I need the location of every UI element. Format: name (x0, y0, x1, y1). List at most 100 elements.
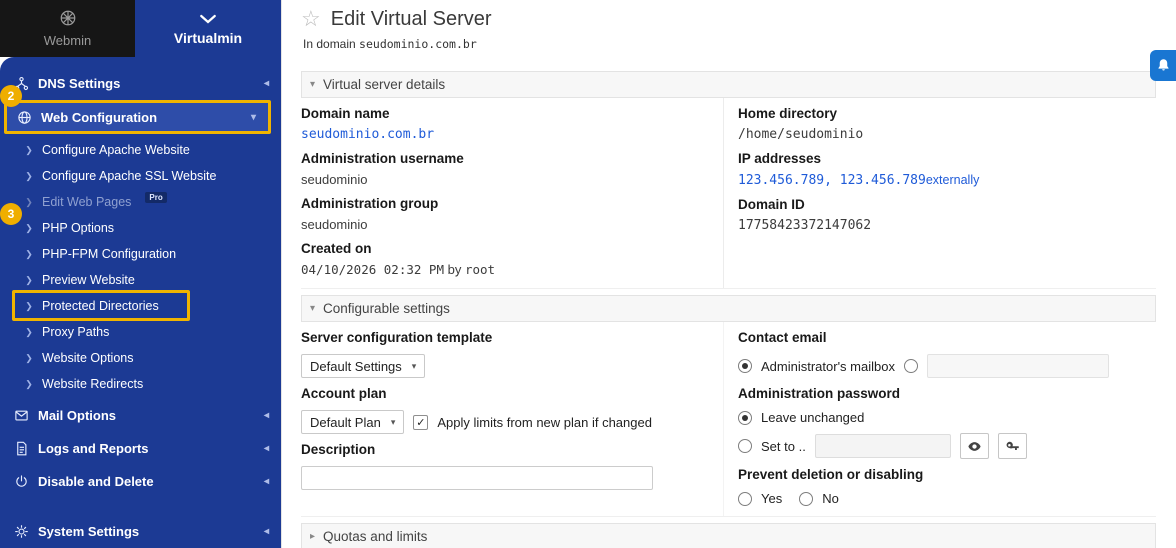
gear-icon (14, 524, 29, 539)
subitem-icon: ❯ (25, 326, 33, 337)
field-prevent-deletion: Prevent deletion or disabling Yes No (738, 467, 1156, 506)
pro-badge: Pro (145, 191, 167, 203)
ip-addresses-link[interactable]: 123.456.789, 123.456.789externally (738, 172, 1156, 189)
sidebar-item-mail-options[interactable]: Mail Options ◂ (0, 399, 281, 432)
caret-right-icon: ▸ (310, 531, 316, 542)
sidebar-item-web-configuration[interactable]: Web Configuration ▾ (4, 100, 271, 134)
field-value: seudominio (301, 172, 368, 187)
contact-other-radio[interactable] (903, 359, 918, 373)
tab-virtualmin-label: Virtualmin (173, 30, 243, 46)
main-content: ☆ Edit Virtual Server In domain seudomin… (281, 0, 1176, 548)
field-ip-addresses: IP addresses 123.456.789, 123.456.789ext… (738, 151, 1156, 189)
step-badge-3: 3 (0, 203, 22, 225)
sidebar-item-label: Disable and Delete (38, 474, 154, 489)
web-configuration-submenu: ❯ Configure Apache Website ❯ Configure A… (0, 134, 281, 399)
contact-email-input[interactable] (926, 354, 1109, 378)
bell-icon (1158, 59, 1168, 71)
favorite-star-icon[interactable]: ☆ (301, 7, 321, 31)
password-set-to-radio[interactable] (738, 439, 752, 453)
sidebar-item-system-settings[interactable]: System Settings ◂ (0, 515, 281, 548)
field-admin-username: Administration username seudominio (301, 151, 723, 188)
password-set-to-label: Set to .. (761, 438, 806, 454)
subitem-icon: ❯ (25, 300, 33, 311)
apply-limits-label: Apply limits from new plan if changed (437, 414, 652, 430)
subitem-label: PHP-FPM Configuration (42, 247, 177, 261)
field-label: Administration group (301, 196, 439, 211)
subitem-icon: ❯ (25, 196, 33, 207)
sidebar-item-protected-directories[interactable]: ❯ Protected Directories (0, 293, 281, 319)
new-password-input[interactable] (814, 434, 951, 458)
tab-virtualmin[interactable]: Virtualmin (135, 0, 281, 57)
sidebar-item-preview-website[interactable]: ❯ Preview Website (0, 267, 281, 293)
plan-select[interactable]: Default Plan ▾ (301, 410, 405, 434)
template-select[interactable]: Default Settings ▾ (301, 354, 426, 378)
notification-bell-button[interactable] (1150, 50, 1176, 81)
subitem-icon: ❯ (25, 352, 33, 363)
power-icon (14, 474, 29, 489)
chevron-left-icon: ◂ (263, 78, 269, 89)
show-password-button[interactable] (959, 433, 989, 459)
domain-name-link[interactable]: seudominio.com.br (301, 127, 723, 143)
field-label: Administration username (301, 151, 464, 166)
field-value: seudominio (301, 217, 368, 232)
dropdown-caret-icon: ▾ (390, 416, 396, 427)
prevent-yes-radio[interactable] (738, 491, 752, 506)
sidebar-item-php-options[interactable]: ❯ PHP Options (0, 215, 281, 241)
panel-header-config[interactable]: ▾ Configurable settings (301, 295, 1156, 322)
field-label: Account plan (301, 386, 387, 401)
dropdown-caret-icon: ▾ (411, 360, 417, 371)
caret-down-icon: ▾ (310, 79, 316, 90)
sidebar-item-dns-settings[interactable]: DNS Settings ◂ (0, 67, 281, 100)
prevent-yes-label: Yes (761, 491, 783, 506)
sidebar-item-configure-apache-ssl-website[interactable]: ❯ Configure Apache SSL Website (0, 163, 281, 189)
chevron-left-icon: ◂ (263, 476, 269, 487)
field-domain-id: Domain ID 17758423372147062 (738, 197, 1156, 234)
panel-header-quotas[interactable]: ▸ Quotas and limits (301, 523, 1156, 548)
subitem-label: Protected Directories (42, 299, 159, 313)
subitem-icon: ❯ (25, 222, 33, 233)
field-contact-email: Contact email Administrator's mailbox (738, 330, 1156, 378)
eye-icon (968, 441, 981, 451)
domain-value: seudominio.com.br (359, 37, 477, 51)
sidebar-item-disable-and-delete[interactable]: Disable and Delete ◂ (0, 465, 281, 498)
field-account-plan: Account plan Default Plan ▾ ✓ Apply limi… (301, 386, 723, 434)
caret-down-icon: ▾ (310, 303, 316, 314)
created-user: root (464, 262, 496, 277)
sidebar-item-logs-and-reports[interactable]: Logs and Reports ◂ (0, 432, 281, 465)
sidebar-item-configure-apache-website[interactable]: ❯ Configure Apache Website (0, 137, 281, 163)
subitem-label: Proxy Paths (42, 325, 110, 339)
sidebar-item-website-redirects[interactable]: ❯ Website Redirects (0, 371, 281, 397)
template-select-value: Default Settings (310, 358, 402, 374)
sidebar-item-website-options[interactable]: ❯ Website Options (0, 345, 281, 371)
panels: ▾ Virtual server details Domain name seu… (282, 51, 1176, 548)
generate-password-button[interactable] (997, 433, 1027, 459)
field-label: Prevent deletion or disabling (738, 467, 924, 482)
sidebar-item-label: Web Configuration (41, 109, 158, 125)
sidebar: Webmin Virtualmin 2 3 DNS Settings ◂ Web… (0, 0, 281, 548)
sidebar-item-label: Logs and Reports (38, 441, 149, 456)
ip-suffix: externally (925, 173, 980, 187)
document-icon (14, 441, 29, 456)
sidebar-item-edit-web-pages[interactable]: ❯ Edit Web Pages Pro (0, 189, 281, 215)
field-admin-password: Administration password Leave unchanged … (738, 386, 1156, 459)
description-input[interactable] (301, 466, 653, 490)
panel-quotas-and-limits: ▸ Quotas and limits (301, 523, 1156, 548)
field-label: IP addresses (738, 151, 822, 166)
field-domain-name: Domain name seudominio.com.br (301, 106, 723, 143)
tab-webmin-label: Webmin (43, 33, 92, 48)
plan-select-value: Default Plan (310, 414, 381, 430)
contact-admin-mailbox-radio[interactable] (738, 359, 752, 373)
prevent-no-radio[interactable] (799, 491, 814, 506)
field-value: 04/10/2026 02:32 PM by root (301, 262, 723, 278)
sidebar-item-php-fpm-configuration[interactable]: ❯ PHP-FPM Configuration (0, 241, 281, 267)
sidebar-item-proxy-paths[interactable]: ❯ Proxy Paths (0, 319, 281, 345)
panel-header-details[interactable]: ▾ Virtual server details (301, 71, 1156, 98)
password-leave-unchanged-radio[interactable] (738, 410, 752, 425)
apply-limits-checkbox[interactable]: ✓ (413, 414, 429, 430)
field-label: Created on (301, 241, 372, 256)
field-label: Home directory (738, 106, 838, 121)
created-by: by (447, 262, 462, 277)
domain-subtitle: In domain seudominio.com.br (303, 37, 1156, 51)
tab-webmin[interactable]: Webmin (0, 0, 135, 57)
field-created-on: Created on 04/10/2026 02:32 PM by root (301, 241, 723, 278)
